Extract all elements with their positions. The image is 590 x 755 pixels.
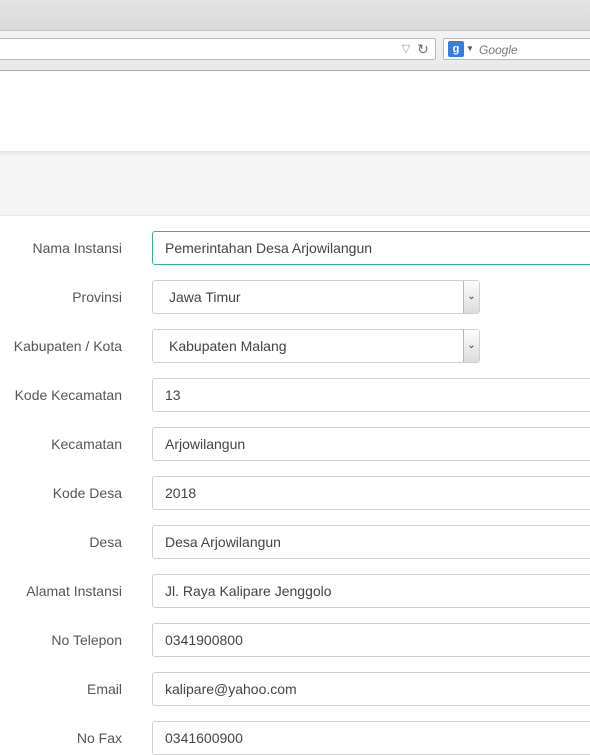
google-search-icon[interactable]: g <box>448 41 464 57</box>
kode-desa-input[interactable]: 2018 <box>152 476 590 510</box>
select-value: Kabupaten Malang <box>169 338 287 354</box>
field-label: Kode Kecamatan <box>14 387 122 403</box>
kode-kecamatan-input[interactable]: 13 <box>152 378 590 412</box>
form-row-kabupaten-kota: Kabupaten / Kota Kabupaten Malang ⌄ <box>0 329 590 363</box>
field-label: Kecamatan <box>51 436 122 452</box>
form-row-nama-instansi: Nama Instansi Pemerintahan Desa Arjowila… <box>0 231 590 265</box>
desa-input[interactable]: Desa Arjowilangun <box>152 525 590 559</box>
no-fax-input[interactable]: 0341600900 <box>152 721 590 755</box>
form-row-desa: Desa Desa Arjowilangun <box>0 525 590 559</box>
nama-instansi-input[interactable]: Pemerintahan Desa Arjowilangun <box>152 231 590 265</box>
form-row-kode-kecamatan: Kode Kecamatan 13 <box>0 378 590 412</box>
form-row-kode-desa: Kode Desa 2018 <box>0 476 590 510</box>
form-row-email: Email kalipare@yahoo.com <box>0 672 590 706</box>
no-telepon-input[interactable]: 0341900800 <box>152 623 590 657</box>
browser-navigation-bar: ▽ ↻ g ▼ Google <box>0 31 590 71</box>
kecamatan-input[interactable]: Arjowilangun <box>152 427 590 461</box>
field-label: Nama Instansi <box>32 240 122 256</box>
provinsi-select[interactable]: Jawa Timur ⌄ <box>152 280 480 314</box>
page-header <box>0 71 590 151</box>
panel-heading <box>0 155 590 216</box>
form-row-kecamatan: Kecamatan Arjowilangun <box>0 427 590 461</box>
reload-icon[interactable]: ↻ <box>415 41 431 57</box>
field-label: Alamat Instansi <box>26 583 122 599</box>
select-arrow-icon[interactable]: ⌄ <box>463 330 479 362</box>
browser-titlebar <box>0 0 590 31</box>
form-row-no-telepon: No Telepon 0341900800 <box>0 623 590 657</box>
form-row-provinsi: Provinsi Jawa Timur ⌄ <box>0 280 590 314</box>
alamat-instansi-input[interactable]: Jl. Raya Kalipare Jenggolo <box>152 574 590 608</box>
chevron-down-icon[interactable]: ▼ <box>466 42 474 56</box>
field-label: Kode Desa <box>52 485 122 501</box>
field-label: Email <box>86 681 122 697</box>
field-label: Kabupaten / Kota <box>13 338 122 354</box>
kabupaten-kota-select[interactable]: Kabupaten Malang ⌄ <box>152 329 480 363</box>
form-row-no-fax: No Fax 0341600900 <box>0 721 590 755</box>
browser-search-bar[interactable]: g ▼ Google <box>443 38 590 60</box>
select-value: Jawa Timur <box>169 289 241 305</box>
field-label: Provinsi <box>72 289 122 305</box>
email-input[interactable]: kalipare@yahoo.com <box>152 672 590 706</box>
instansi-form: Nama Instansi Pemerintahan Desa Arjowila… <box>0 216 590 755</box>
field-label: No Fax <box>76 730 122 746</box>
field-label: No Telepon <box>51 632 122 648</box>
address-bar[interactable]: ▽ ↻ <box>0 38 436 60</box>
url-dropdown-icon[interactable]: ▽ <box>400 41 412 57</box>
search-placeholder: Google <box>479 43 518 57</box>
select-arrow-icon[interactable]: ⌄ <box>463 281 479 313</box>
form-row-alamat-instansi: Alamat Instansi Jl. Raya Kalipare Jenggo… <box>0 574 590 608</box>
field-label: Desa <box>89 534 122 550</box>
